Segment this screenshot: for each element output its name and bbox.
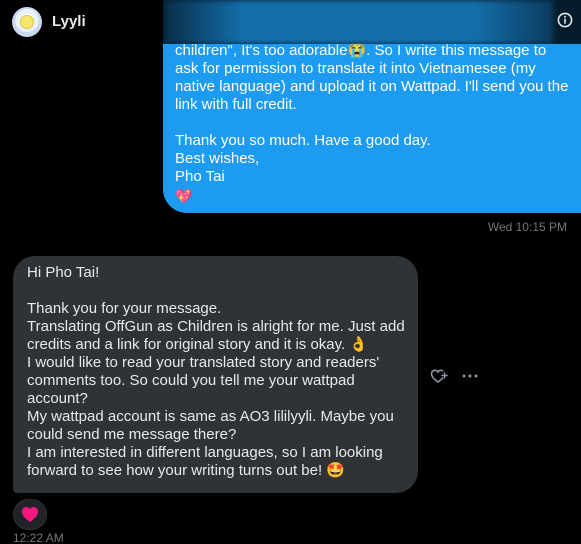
avatar[interactable] — [12, 7, 42, 37]
chat-window: children", It's too adorable😭. So I writ… — [0, 0, 581, 544]
conversation-header: Lyyli — [0, 0, 581, 44]
incoming-timestamp: 12:22 AM — [13, 531, 64, 544]
add-reaction-icon[interactable] — [430, 368, 448, 384]
incoming-message-bubble[interactable]: Hi Pho Tai! Thank you for your message. … — [13, 256, 418, 493]
more-icon[interactable] — [461, 368, 479, 384]
incoming-message-text: Hi Pho Tai! Thank you for your message. … — [27, 264, 405, 479]
avatar-icon — [21, 16, 33, 28]
info-icon[interactable] — [557, 12, 573, 28]
outgoing-timestamp: Wed 10:15 PM — [487, 220, 567, 234]
header-blur — [165, 0, 553, 44]
outgoing-message-text: children", It's too adorable😭. So I writ… — [175, 42, 569, 185]
message-reaction[interactable] — [13, 499, 47, 530]
contact-name[interactable]: Lyyli — [52, 13, 86, 31]
heart-icon — [22, 507, 38, 522]
sparkling-heart-emoji: 💖 — [175, 188, 193, 204]
